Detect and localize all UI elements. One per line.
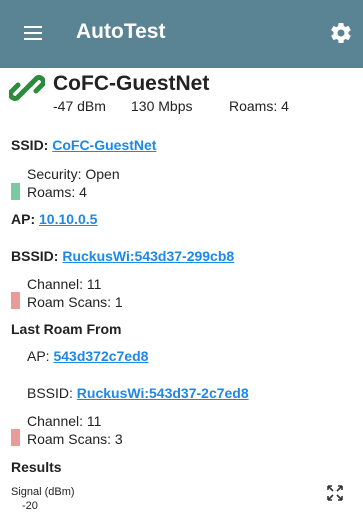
expand-icon[interactable]: [326, 484, 344, 502]
bssid-roam-scans-text: Roam Scans: 1: [27, 294, 123, 310]
security-text: Security: Open: [27, 166, 120, 182]
last-roam-ap-label: AP:: [27, 348, 50, 364]
last-roam-ap-row: AP: 543d372c7ed8: [27, 348, 148, 364]
last-roam-scans-status-swatch: [11, 429, 20, 446]
ssid-row: SSID: CoFC-GuestNet: [11, 137, 156, 153]
bssid-row: BSSID: RuckusWi:543d37-299cb8: [11, 248, 234, 264]
roam-scans-status-swatch: [11, 292, 20, 309]
ssid-link[interactable]: CoFC-GuestNet: [52, 137, 156, 153]
link-chain-icon: [9, 75, 45, 101]
signal-chart-first-tick: -20: [22, 500, 38, 512]
rate-value: 130 Mbps: [131, 98, 193, 114]
last-roam-bssid-row: BSSID: RuckusWi:543d37-2c7ed8: [27, 385, 249, 401]
app-bar: AutoTest: [0, 0, 363, 68]
signal-chart-label: Signal (dBm): [11, 486, 75, 498]
bssid-label: BSSID:: [11, 248, 59, 264]
last-roam-ap-link[interactable]: 543d372c7ed8: [53, 348, 148, 364]
results-heading: Results: [11, 459, 62, 475]
ap-link[interactable]: 10.10.0.5: [39, 211, 97, 227]
last-roam-scans-text: Roam Scans: 3: [27, 431, 123, 447]
ap-label: AP:: [11, 211, 36, 227]
ap-row: AP: 10.10.0.5: [11, 211, 97, 227]
bssid-link[interactable]: RuckusWi:543d37-299cb8: [62, 248, 234, 264]
ssid-roams-text: Roams: 4: [27, 184, 87, 200]
signal-value: -47 dBm: [53, 98, 106, 114]
ssid-label: SSID:: [11, 137, 49, 153]
bssid-channel-text: Channel: 11: [27, 276, 102, 292]
gear-icon[interactable]: [329, 21, 353, 45]
menu-icon[interactable]: [24, 26, 42, 40]
last-roam-channel-text: Channel: 11: [27, 413, 102, 429]
last-roam-bssid-link[interactable]: RuckusWi:543d37-2c7ed8: [77, 385, 249, 401]
roams-value: Roams: 4: [229, 98, 289, 114]
app-title: AutoTest: [76, 20, 166, 43]
last-roam-bssid-label: BSSID:: [27, 385, 73, 401]
roams-status-swatch: [11, 183, 20, 200]
network-name: CoFC-GuestNet: [53, 72, 210, 95]
last-roam-heading: Last Roam From: [11, 321, 122, 337]
